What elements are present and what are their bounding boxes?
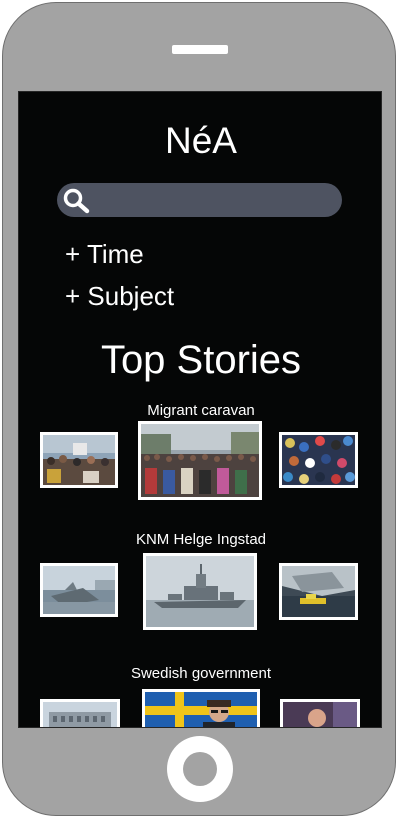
marching-crowd-photo (141, 424, 259, 497)
home-button[interactable] (167, 736, 233, 802)
politician-portrait-photo (283, 702, 357, 727)
story-title[interactable]: KNM Helge Ingstad (19, 531, 381, 548)
crowd-with-banner-photo (43, 435, 115, 485)
filter-subject[interactable]: + Subject (65, 281, 174, 312)
story-thumbnail-sinking-ship[interactable] (40, 563, 118, 617)
sinking-ship-photo (43, 566, 115, 614)
frigate-photo (146, 556, 254, 627)
story-title[interactable]: Swedish government (19, 665, 381, 682)
crowd-aerial-photo (282, 435, 355, 485)
story-thumbnail-wreck-rescue[interactable] (279, 563, 358, 620)
story-title[interactable]: Migrant caravan (19, 402, 381, 419)
parliament-building-photo (43, 702, 117, 727)
search-icon[interactable] (61, 186, 91, 219)
wreck-rescue-boat-photo (282, 566, 355, 617)
politician-flag-photo (145, 692, 257, 727)
filter-time[interactable]: + Time (65, 239, 144, 270)
story-thumbnail-politician-flag[interactable] (142, 689, 260, 727)
section-title-top-stories: Top Stories (100, 338, 302, 382)
search-bar[interactable] (57, 183, 342, 217)
story-thumbnail-marching-crowd[interactable] (138, 421, 262, 500)
story-thumbnail-crowd-aerial[interactable] (279, 432, 358, 488)
story-thumbnail-frigate[interactable] (143, 553, 257, 630)
story-thumbnail-politician-portrait[interactable] (280, 699, 360, 727)
story-thumbnail-parliament[interactable] (40, 699, 120, 727)
phone-speaker (172, 45, 228, 54)
app-title: NéA (165, 120, 237, 161)
search-input[interactable] (95, 188, 334, 214)
story-thumbnail-crowd-banner[interactable] (40, 432, 118, 488)
app-screen: NéA + Time + Subject Top Stories Migrant… (18, 91, 382, 728)
